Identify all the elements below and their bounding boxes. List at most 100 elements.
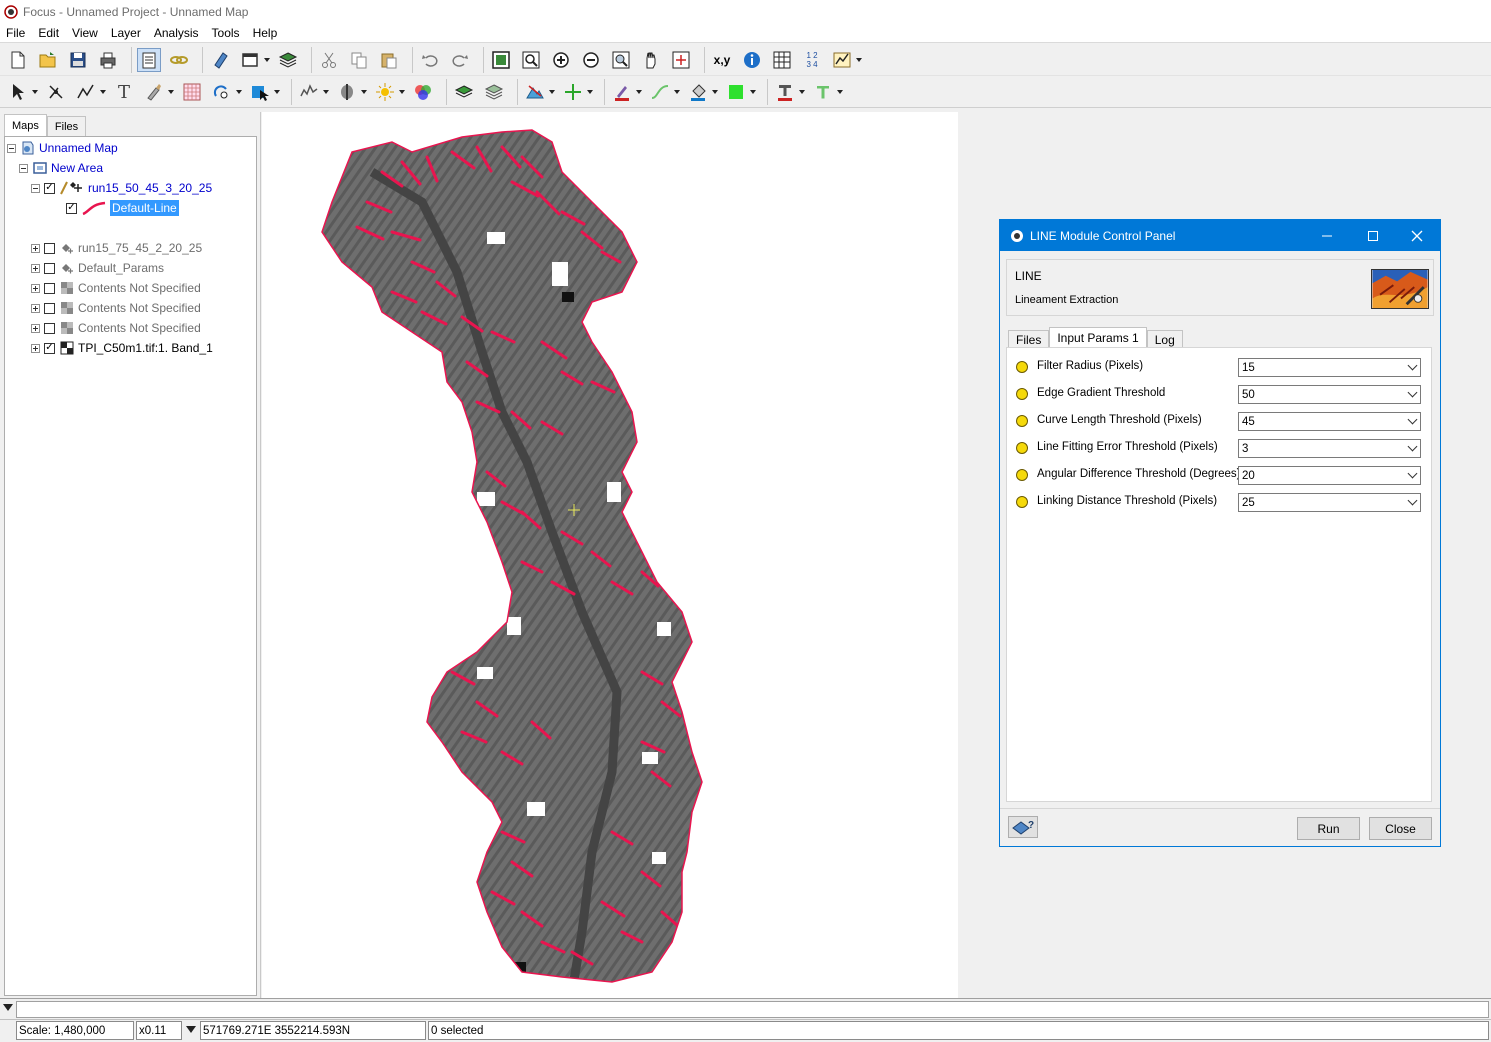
tree-node-map[interactable]: Unnamed Map xyxy=(7,139,118,157)
layers-button[interactable] xyxy=(276,48,300,72)
info-button[interactable] xyxy=(740,48,764,72)
node-edit-button[interactable] xyxy=(44,80,68,104)
cut-button[interactable] xyxy=(317,48,341,72)
zoom-field[interactable]: x0.11 xyxy=(136,1021,182,1040)
zoom-full-button[interactable] xyxy=(609,48,633,72)
brush-dropdown[interactable] xyxy=(167,80,175,104)
layer-up-button[interactable] xyxy=(452,80,476,104)
maximize-button[interactable] xyxy=(1350,220,1396,251)
layer-visibility-checkbox[interactable] xyxy=(44,282,55,294)
expand-toggle[interactable] xyxy=(31,343,40,353)
menu-analysis[interactable]: Analysis xyxy=(148,26,206,40)
link-button[interactable] xyxy=(167,48,191,72)
save-button[interactable] xyxy=(66,48,90,72)
clear-button[interactable] xyxy=(208,48,232,72)
tab-dialog-files[interactable]: Files xyxy=(1008,330,1050,348)
terrain-button[interactable] xyxy=(523,80,547,104)
dialog-titlebar[interactable]: LINE Module Control Panel xyxy=(1000,220,1440,251)
redo-button[interactable] xyxy=(448,48,472,72)
menu-file[interactable]: File xyxy=(0,26,32,40)
command-input[interactable] xyxy=(16,1001,1489,1018)
tree-node-layer1-child[interactable]: ✓ Default-Line xyxy=(66,199,179,217)
window-button[interactable] xyxy=(238,48,262,72)
expand-toggle[interactable] xyxy=(31,243,40,253)
polyline-dropdown[interactable] xyxy=(99,80,107,104)
tree-node-layer2[interactable]: run15_75_45_2_20_25 xyxy=(31,239,202,257)
tab-maps[interactable]: Maps xyxy=(4,114,47,136)
layer-list-toggle-button[interactable] xyxy=(137,48,161,72)
zoom-extent-button[interactable] xyxy=(489,48,513,72)
fill-color-button[interactable] xyxy=(686,80,710,104)
layer-visibility-checkbox[interactable] xyxy=(44,262,55,274)
tree-node-layer7[interactable]: ✓ TPI_C50m1.tif:1. Band_1 xyxy=(31,339,213,357)
zoom-box-button[interactable] xyxy=(519,48,543,72)
text-style-dropdown[interactable] xyxy=(836,80,844,104)
zoom-in-button[interactable] xyxy=(549,48,573,72)
tree-node-area[interactable]: New Area xyxy=(19,159,103,177)
shape-button[interactable] xyxy=(210,80,234,104)
layer-visibility-checkbox[interactable]: ✓ xyxy=(44,342,55,354)
menu-view[interactable]: View xyxy=(66,26,105,40)
tree-node-layer6[interactable]: Contents Not Specified xyxy=(31,319,201,337)
tab-input-params[interactable]: Input Params 1 xyxy=(1049,327,1147,348)
drape-dropdown[interactable] xyxy=(360,80,368,104)
text-color-dropdown[interactable] xyxy=(798,80,806,104)
close-button[interactable]: Close xyxy=(1369,817,1432,840)
tree-node-layer3[interactable]: Default_Params xyxy=(31,259,164,277)
line-style-dropdown[interactable] xyxy=(673,80,681,104)
new-file-button[interactable] xyxy=(6,48,30,72)
layer-visibility-checkbox[interactable]: ✓ xyxy=(66,202,77,214)
raster-edit-button[interactable] xyxy=(180,80,204,104)
collapse-toggle[interactable] xyxy=(7,143,16,153)
fit-view-button[interactable] xyxy=(669,48,693,72)
filter-radius-combo[interactable]: 15 xyxy=(1238,358,1421,377)
undo-button[interactable] xyxy=(418,48,442,72)
tree-node-layer5[interactable]: Contents Not Specified xyxy=(31,299,201,317)
paste-button[interactable] xyxy=(377,48,401,72)
open-file-button[interactable] xyxy=(36,48,60,72)
menu-layer[interactable]: Layer xyxy=(105,26,148,40)
text-button[interactable]: T xyxy=(112,80,136,104)
layer-visibility-checkbox[interactable] xyxy=(44,322,55,334)
lighting-dropdown[interactable] xyxy=(398,80,406,104)
text-color-button[interactable] xyxy=(773,80,797,104)
menu-help[interactable]: Help xyxy=(247,26,285,40)
chart-dropdown[interactable] xyxy=(855,48,863,72)
menu-tools[interactable]: Tools xyxy=(206,26,247,40)
tab-log[interactable]: Log xyxy=(1146,330,1183,348)
collapse-toggle[interactable] xyxy=(31,183,40,193)
crosshair-dropdown[interactable] xyxy=(586,80,594,104)
text-style-button[interactable] xyxy=(811,80,835,104)
minimize-button[interactable] xyxy=(1304,220,1350,251)
expand-toggle[interactable] xyxy=(31,283,40,293)
select-arrow-button[interactable] xyxy=(6,80,30,104)
coordinate-button[interactable]: x,y xyxy=(710,48,734,72)
help-button[interactable]: ? xyxy=(1008,816,1038,838)
fill-button[interactable] xyxy=(248,80,272,104)
numbers-button[interactable]: 1 2 3 4 xyxy=(800,48,824,72)
edge-gradient-combo[interactable]: 50 xyxy=(1238,385,1421,404)
layer-visibility-checkbox[interactable] xyxy=(44,242,55,254)
polyline-button[interactable] xyxy=(74,80,98,104)
crosshair-button[interactable] xyxy=(561,80,585,104)
menu-edit[interactable]: Edit xyxy=(32,26,66,40)
expand-toggle[interactable] xyxy=(31,303,40,313)
layer-visibility-checkbox[interactable] xyxy=(44,302,55,314)
layer-down-button[interactable] xyxy=(482,80,506,104)
tree-node-layer1[interactable]: ✓ run15_50_45_3_20_25 xyxy=(31,179,212,197)
terrain-raster-map[interactable] xyxy=(262,112,958,998)
chart-button[interactable] xyxy=(830,48,854,72)
linking-distance-combo[interactable]: 25 xyxy=(1238,493,1421,512)
copy-button[interactable] xyxy=(347,48,371,72)
profile-button[interactable] xyxy=(297,80,321,104)
print-button[interactable] xyxy=(96,48,120,72)
select-dropdown[interactable] xyxy=(31,80,39,104)
pen-color-button[interactable] xyxy=(610,80,634,104)
color-composite-button[interactable] xyxy=(411,80,435,104)
zoom-dropdown-icon[interactable] xyxy=(186,1026,196,1033)
lighting-button[interactable] xyxy=(373,80,397,104)
profile-dropdown[interactable] xyxy=(322,80,330,104)
fill-dropdown[interactable] xyxy=(273,80,281,104)
expand-toggle[interactable] xyxy=(31,263,40,273)
fill-color-dropdown[interactable] xyxy=(711,80,719,104)
